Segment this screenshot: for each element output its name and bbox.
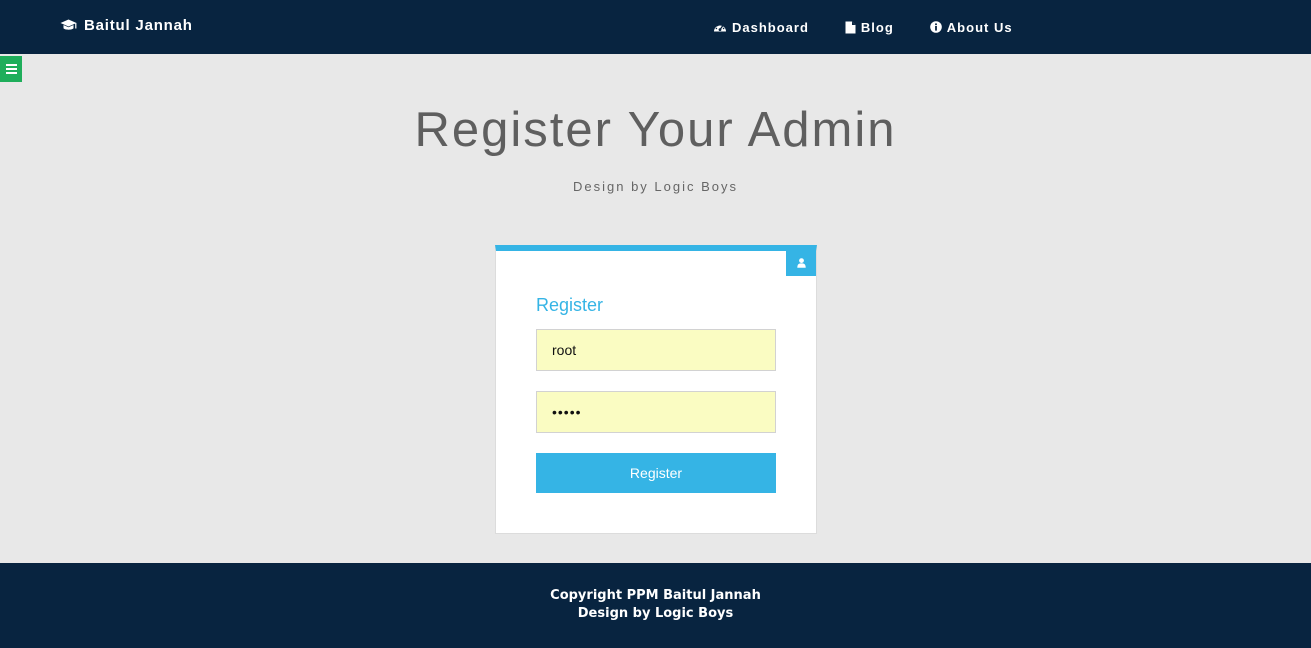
page-subtitle: Design by Logic Boys <box>572 179 738 194</box>
info-circle-icon <box>929 21 942 33</box>
nav-blog-link[interactable]: Blog <box>845 20 894 35</box>
nav-about-label: About Us <box>946 19 1013 35</box>
footer-copyright: Copyright PPM Baitul Jannah <box>550 588 761 603</box>
nav-dashboard-link[interactable]: Dashboard <box>713 20 809 35</box>
top-navbar: Baitul Jannah Dashboard Blog About Us <box>0 0 1311 54</box>
file-icon <box>845 21 856 34</box>
nav-menu: Dashboard Blog About Us <box>713 18 1013 36</box>
register-card: Register Register <box>495 245 817 534</box>
register-heading: Register <box>536 295 604 315</box>
dashboard-icon <box>713 21 727 33</box>
menu-icon-bar <box>5 64 17 66</box>
brand-label: Baitul Jannah <box>84 16 193 34</box>
card-corner-badge <box>786 251 816 276</box>
username-input[interactable] <box>536 329 776 371</box>
user-icon <box>796 255 806 273</box>
menu-icon-bar <box>5 72 17 74</box>
graduation-cap-icon <box>60 19 77 32</box>
password-input[interactable] <box>536 391 776 433</box>
brand-link[interactable]: Baitul Jannah <box>60 16 193 34</box>
nav-about-link[interactable]: About Us <box>929 19 1013 35</box>
nav-blog-label: Blog <box>860 19 894 35</box>
nav-dashboard-label: Dashboard <box>732 19 809 35</box>
footer-credit: Design by Logic Boys <box>577 606 734 621</box>
register-button[interactable]: Register <box>536 453 776 493</box>
page-footer: Copyright PPM Baitul Jannah Design by Lo… <box>0 563 1311 648</box>
page-title: Register Your Admin <box>414 103 897 157</box>
sidebar-toggle-button[interactable] <box>0 56 22 82</box>
menu-icon-bar <box>5 68 17 70</box>
